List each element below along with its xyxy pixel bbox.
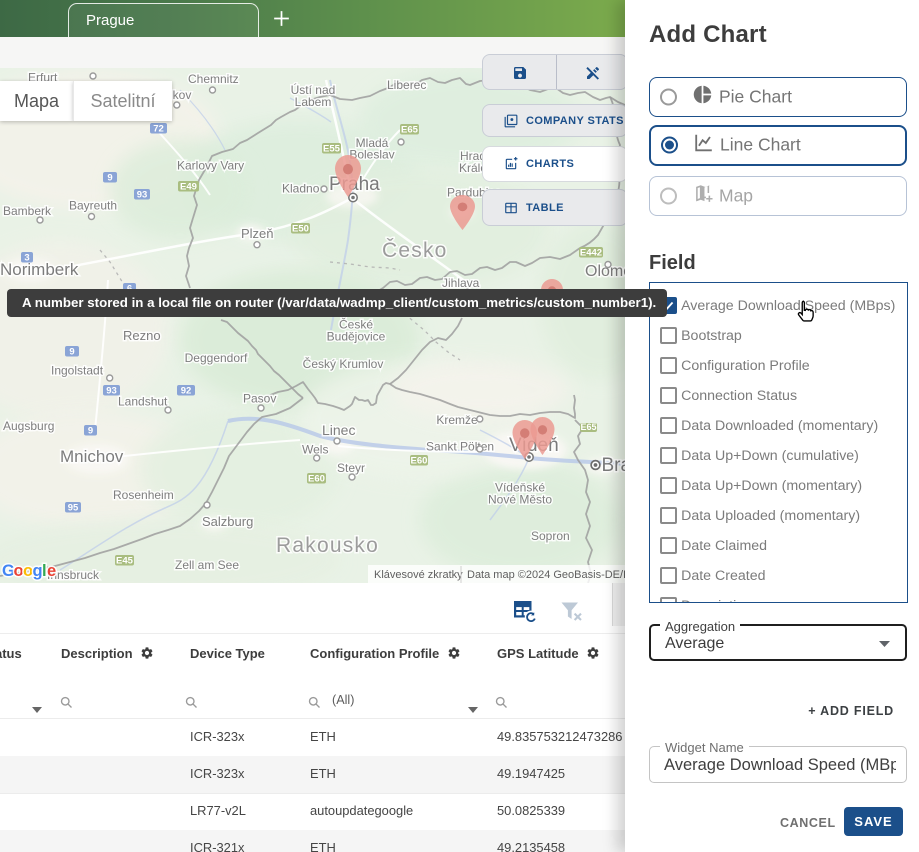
svg-text:Klávesové zkratky: Klávesové zkratky — [374, 569, 463, 581]
svg-text:E65: E65 — [401, 124, 419, 135]
svg-text:Kladno: Kladno — [282, 182, 320, 196]
svg-text:Rezno: Rezno — [123, 328, 161, 343]
svg-text:93: 93 — [137, 189, 148, 200]
svg-text:Bayreuth: Bayreuth — [69, 199, 117, 213]
svg-text:Kremže: Kremže — [436, 413, 478, 427]
svg-text:Karlovy Vary: Karlovy Vary — [177, 159, 244, 173]
svg-text:Sopron: Sopron — [531, 529, 570, 543]
svg-text:E50: E50 — [292, 223, 309, 234]
svg-text:Labem: Labem — [295, 95, 332, 109]
svg-text:92: 92 — [181, 385, 192, 396]
svg-text:Norimberk: Norimberk — [0, 260, 79, 279]
svg-text:Ingolstadt: Ingolstadt — [51, 364, 104, 378]
svg-text:Jihlava: Jihlava — [442, 276, 480, 290]
svg-text:E60: E60 — [308, 473, 325, 484]
svg-text:9: 9 — [69, 346, 74, 357]
svg-text:Mnichov: Mnichov — [60, 447, 124, 466]
svg-text:Landshut: Landshut — [118, 395, 168, 409]
svg-text:Bamberk: Bamberk — [3, 204, 52, 218]
svg-text:9: 9 — [107, 172, 112, 183]
svg-text:Český Krumlov: Český Krumlov — [303, 356, 384, 371]
svg-text:Česko: Česko — [382, 239, 448, 262]
svg-text:E49: E49 — [180, 181, 197, 192]
svg-text:Augsburg: Augsburg — [3, 419, 54, 433]
svg-text:Chemnitz: Chemnitz — [188, 72, 239, 86]
svg-text:72: 72 — [153, 123, 164, 134]
svg-text:Rosenheim: Rosenheim — [113, 488, 174, 502]
svg-text:Salzburg: Salzburg — [202, 514, 253, 529]
svg-text:Nové Město: Nové Město — [488, 493, 552, 507]
svg-text:l: l — [42, 562, 47, 580]
svg-text:Zell am See: Zell am See — [175, 558, 239, 572]
svg-text:95: 95 — [68, 502, 79, 513]
svg-text:Budějovice: Budějovice — [327, 330, 386, 344]
svg-text:e: e — [47, 562, 56, 580]
svg-text:E55: E55 — [323, 143, 341, 154]
svg-text:93: 93 — [106, 385, 117, 396]
svg-text:E65: E65 — [580, 422, 596, 432]
svg-text:Liberec: Liberec — [387, 78, 426, 92]
svg-text:E45: E45 — [116, 555, 134, 566]
svg-text:9: 9 — [88, 425, 93, 436]
svg-text:Wels: Wels — [302, 443, 328, 457]
svg-text:Data map ©2024 GeoBasis-DE/BKG: Data map ©2024 GeoBasis-DE/BKG — [467, 569, 628, 581]
svg-text:E442: E442 — [580, 247, 602, 258]
svg-text:E60: E60 — [411, 455, 428, 466]
svg-text:Plzeň: Plzeň — [241, 226, 274, 241]
svg-text:Deggendorf: Deggendorf — [185, 351, 248, 365]
svg-text:Sankt Pölten: Sankt Pölten — [426, 440, 494, 454]
svg-text:3: 3 — [24, 252, 29, 263]
svg-text:Rakousko: Rakousko — [276, 534, 379, 557]
svg-text:ikov: ikov — [170, 88, 191, 102]
svg-text:Pasov: Pasov — [243, 392, 276, 406]
svg-text:Steyr: Steyr — [337, 461, 365, 475]
svg-text:Linec: Linec — [322, 422, 355, 438]
